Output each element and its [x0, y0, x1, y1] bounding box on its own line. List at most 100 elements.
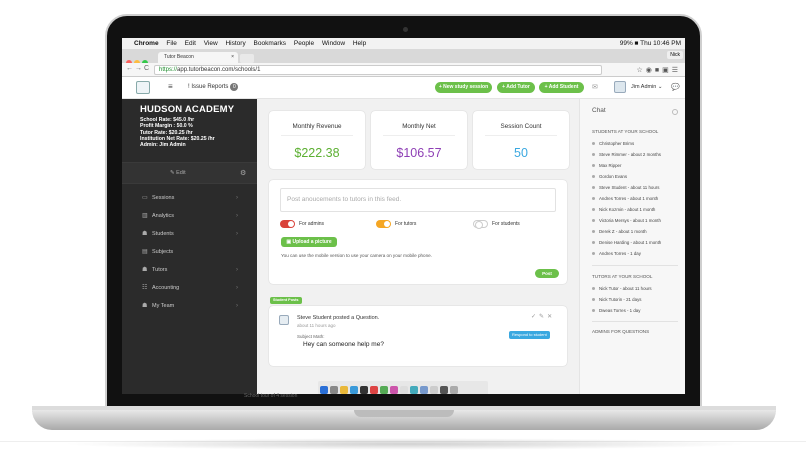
app-icon[interactable] — [410, 386, 418, 394]
issue-reports-label: Issue Reports — [191, 84, 229, 90]
close-tab-icon[interactable]: × — [231, 52, 234, 63]
for-students-toggle[interactable] — [473, 220, 488, 229]
chat-contact[interactable]: Max Ripper — [592, 163, 621, 168]
edit-school-button[interactable]: ✎ Edit — [170, 170, 186, 176]
respond-to-student-button[interactable]: Respond to student — [509, 331, 550, 339]
chat-contact[interactable]: Derek Z - about 1 month — [592, 229, 647, 234]
laptop-notch — [354, 410, 454, 417]
add-tutor-button[interactable]: + Add Tutor — [497, 82, 535, 93]
profile-button[interactable]: Nick — [667, 51, 683, 59]
feed-message: Hey can someone help me? — [303, 341, 384, 348]
for-tutors-toggle[interactable] — [376, 220, 391, 228]
skype-icon[interactable] — [350, 386, 358, 394]
issue-reports[interactable]: ! Issue Reports 0 — [188, 83, 239, 91]
app-icon[interactable] — [430, 386, 438, 394]
menu-people[interactable]: People — [294, 40, 314, 47]
feed-actions: ✓✎✕ — [531, 313, 555, 320]
sidebar-item-students[interactable]: ☗ Students › — [122, 225, 257, 243]
chat-contact[interactable]: Victoria Mersys - about 1 month — [592, 218, 661, 223]
finder-icon[interactable] — [320, 386, 328, 394]
check-icon[interactable]: ✓ — [531, 314, 539, 320]
stat-value: $222.38 — [294, 146, 340, 160]
chat-contact[interactable]: Nick Tutor - about 11 hours — [592, 286, 652, 291]
chat-contact[interactable]: Steve Rimmer - about 2 months — [592, 152, 661, 157]
menu-bookmarks[interactable]: Bookmarks — [254, 40, 287, 47]
chat-contact[interactable]: Nick Tutorin - 21 days — [592, 297, 641, 302]
list-icon: ☷ — [142, 285, 148, 291]
school-name: HUDSON ACADEMY — [140, 104, 235, 115]
mail-icon[interactable]: ✉ — [592, 83, 598, 91]
menu-chrome[interactable]: Chrome — [134, 40, 159, 47]
divider — [592, 265, 678, 266]
tutorbeacon-logo[interactable] — [136, 81, 150, 94]
laptop-frame: Chrome File Edit View History Bookmarks … — [0, 0, 806, 460]
trash-icon[interactable] — [450, 386, 458, 394]
address-bar[interactable]: https://app.tutorbeacon.com/schools/1 — [154, 65, 602, 75]
reload-icon[interactable]: C — [144, 65, 151, 72]
edit-icon[interactable]: ✎ — [539, 314, 547, 320]
sidebar-item-analytics[interactable]: ▥ Analytics › — [122, 207, 257, 225]
sidebar-item-tutors[interactable]: ☗ Tutors › — [122, 261, 257, 279]
url-host: app.tutorbeacon.com — [177, 67, 234, 73]
hamburger-icon[interactable]: ≡ — [168, 82, 173, 91]
close-icon[interactable]: ✕ — [547, 314, 555, 320]
browser-tabstrip: Tutor Beacon × Nick — [122, 49, 685, 66]
announcement-input[interactable]: Post anoucements to tutors in this feed. — [280, 188, 556, 212]
status-circle-icon[interactable] — [672, 109, 678, 115]
url-path: /schools/1 — [233, 67, 261, 73]
add-student-button[interactable]: + Add Student — [539, 82, 584, 93]
gear-icon[interactable]: ⚙ — [240, 169, 246, 177]
chat-contact[interactable]: Nick Kozmin - about 1 month — [592, 207, 655, 212]
app-icon[interactable] — [370, 386, 378, 394]
toggle-label: For admins — [299, 221, 325, 227]
laptop-base — [32, 410, 776, 430]
app-icon[interactable] — [440, 386, 448, 394]
chat-contact[interactable]: Gordon Evans — [592, 174, 627, 179]
forward-icon[interactable]: → — [135, 65, 144, 72]
main-content: Monthly Revenue $222.38 Monthly Net $106.5… — [257, 99, 579, 394]
chat-contact[interactable]: Andres Torres - 1 day — [592, 251, 641, 256]
chat-contact[interactable]: Dweas Torres - 1 day — [592, 308, 640, 313]
sidebar-item-my-team[interactable]: ☗ My Team › — [122, 297, 257, 315]
sidebar-item-sessions[interactable]: ▭ Sessions › — [122, 189, 257, 207]
feed-author[interactable]: Steve Student — [297, 315, 332, 321]
chat-toggle-icon[interactable]: 💬 — [671, 83, 680, 91]
chat-contact[interactable]: Denise Harding - about 1 month — [592, 240, 661, 245]
menu-help[interactable]: Help — [353, 40, 366, 47]
sidebar-item-accounting[interactable]: ☷ Accounting › — [122, 279, 257, 297]
menu-view[interactable]: View — [204, 40, 218, 47]
chat-contact[interactable]: Christopher Brims — [592, 141, 634, 146]
chevron-down-icon: ⌄ — [657, 84, 663, 90]
new-tab-button[interactable] — [240, 54, 254, 63]
chat-contact[interactable]: Steve Student - about 11 hours — [592, 185, 659, 190]
extension-icons[interactable]: ☆◉■▣☰ — [636, 66, 681, 74]
chevron-right-icon: › — [236, 231, 238, 237]
app-icon[interactable] — [380, 386, 388, 394]
divider — [485, 135, 557, 136]
back-icon[interactable]: ← — [126, 65, 135, 72]
user-menu[interactable]: Jim Admin ⌄ — [631, 84, 663, 90]
browser-tab[interactable]: Tutor Beacon × — [158, 52, 238, 63]
sidebar: HUDSON ACADEMY School Rate: $45.0 /hr Pr… — [122, 99, 257, 394]
launchpad-icon[interactable] — [330, 386, 338, 394]
upload-picture-button[interactable]: ▣ Upload a picture — [281, 237, 337, 247]
announcement-composer: Post anoucements to tutors in this feed.… — [269, 180, 567, 284]
for-admins-toggle[interactable] — [280, 220, 295, 228]
sidebar-item-subjects[interactable]: ▤ Subjects — [122, 243, 257, 261]
new-study-session-button[interactable]: + New study session — [435, 82, 492, 93]
menu-window[interactable]: Window — [322, 40, 345, 47]
app-icon[interactable] — [420, 386, 428, 394]
app-icon[interactable] — [400, 386, 408, 394]
chrome-icon[interactable] — [340, 386, 348, 394]
students-header: STUDENTS AT YOUR SCHOOL — [592, 129, 659, 134]
post-button[interactable]: Post — [535, 269, 559, 278]
screen: Chrome File Edit View History Bookmarks … — [122, 38, 685, 394]
app-icon[interactable] — [390, 386, 398, 394]
terminal-icon[interactable] — [360, 386, 368, 394]
avatar[interactable] — [614, 81, 626, 93]
chat-contact[interactable]: Andres Torres - about 1 month — [592, 196, 658, 201]
menu-edit[interactable]: Edit — [185, 40, 196, 47]
mobile-hint: You can use the mobile version to use yo… — [281, 253, 433, 258]
menu-file[interactable]: File — [166, 40, 176, 47]
menu-history[interactable]: History — [225, 40, 245, 47]
